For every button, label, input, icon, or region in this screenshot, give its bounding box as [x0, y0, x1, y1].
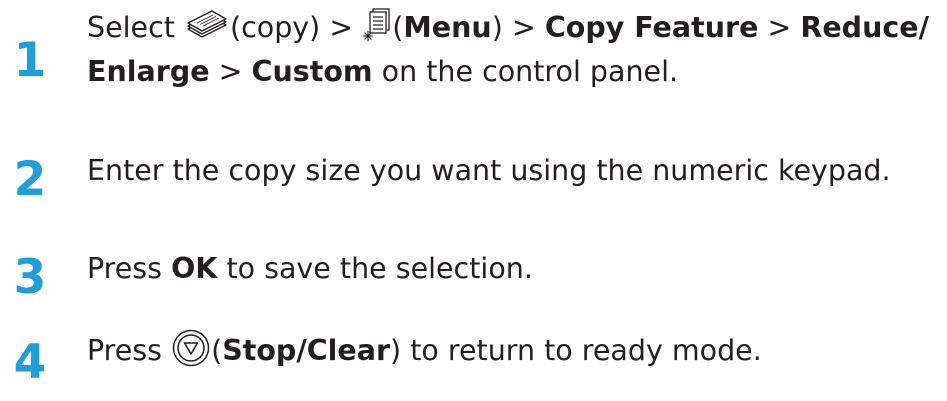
- step-text: Press (Stop/Clear) to return to ready mo…: [87, 328, 943, 373]
- text-copy: (copy) >: [229, 11, 363, 44]
- text-ok: OK: [171, 252, 218, 285]
- text-ready-mode: ) to return to ready mode.: [390, 334, 762, 367]
- text-select: Select: [87, 11, 184, 44]
- text-press: Press: [87, 334, 172, 367]
- step-1-line-2: Enlarge > Custom on the control panel.: [87, 50, 943, 94]
- text-paren-open: (: [211, 334, 223, 367]
- step-text: Select (copy) > (Menu) > Copy Feature > …: [87, 6, 943, 94]
- step-text: Press OK to save the selection.: [87, 247, 943, 291]
- text-sep: ) >: [491, 11, 545, 44]
- text-custom: Custom: [251, 55, 373, 88]
- text-copy-feature: Copy Feature: [544, 11, 759, 44]
- step-number: 1: [13, 33, 47, 88]
- text-press: Press: [87, 252, 172, 285]
- step-1-line-1: Select (copy) > (Menu) > Copy Feature > …: [87, 6, 943, 50]
- menu-icon: [362, 7, 392, 45]
- text-paren-open: (: [392, 11, 404, 44]
- text-stop-clear: Stop/Clear: [222, 334, 391, 367]
- step-number: 3: [13, 250, 47, 305]
- step-text: Enter the copy size you want using the n…: [87, 154, 891, 187]
- copy-icon: [184, 9, 230, 45]
- step-number: 2: [13, 152, 47, 207]
- text-control-panel: on the control panel.: [372, 55, 679, 88]
- text-reduce: Reduce/: [800, 11, 930, 44]
- text-menu: Menu: [403, 11, 492, 44]
- stop-clear-icon: [171, 328, 211, 368]
- text-enlarge: Enlarge: [87, 55, 210, 88]
- text-save: to save the selection.: [217, 252, 533, 285]
- step-number: 4: [13, 335, 47, 390]
- text-sep: >: [758, 11, 801, 44]
- text-sep: >: [209, 55, 252, 88]
